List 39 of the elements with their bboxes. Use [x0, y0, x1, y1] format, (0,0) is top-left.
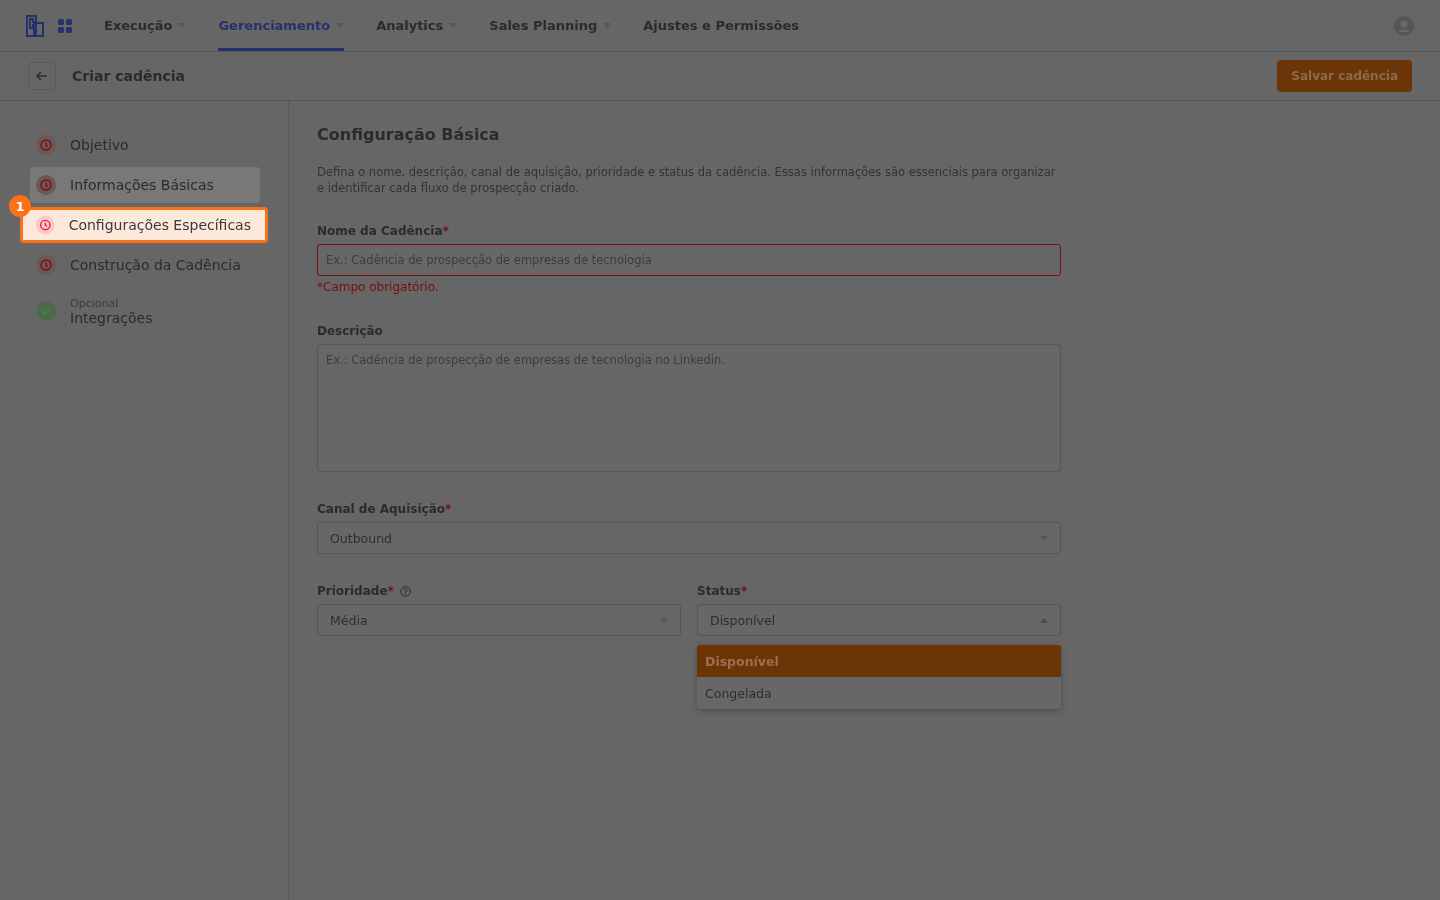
nav-tab[interactable]: Execução [104, 0, 187, 51]
arrow-left-icon [36, 71, 48, 81]
step-item[interactable]: Informações Básicas [30, 167, 260, 203]
save-button[interactable]: Salvar cadência [1277, 60, 1412, 92]
caret-icon [1040, 617, 1048, 623]
page-title: Criar cadência [72, 68, 186, 84]
field-label: Descrição [317, 324, 383, 338]
help-icon[interactable] [399, 585, 411, 597]
dropdown-option[interactable]: Congelada [697, 677, 1061, 709]
nav-tab[interactable]: Analytics [376, 0, 458, 51]
status-select[interactable]: Disponível [697, 604, 1061, 636]
field-label: Prioridade* [317, 584, 394, 598]
nav-tab[interactable]: Gerenciamento [218, 0, 345, 51]
step-label: Construção da Cadência [70, 257, 241, 273]
tour-badge: 1 [9, 195, 31, 217]
logo-icon [26, 14, 44, 37]
apps-icon[interactable] [58, 18, 72, 33]
clock-icon [36, 255, 56, 275]
back-button[interactable] [28, 62, 56, 90]
clock-icon [36, 175, 56, 195]
field-label: Canal de Aquisição* [317, 502, 452, 516]
channel-select[interactable]: Outbound [317, 522, 1061, 554]
step-item[interactable]: Construção da Cadência [30, 247, 260, 283]
section-title: Configuração Básica [317, 125, 501, 144]
step-label: Integrações [70, 309, 153, 326]
error-message: *Campo obrigatório. [317, 280, 440, 294]
step-label: Informações Básicas [70, 177, 214, 193]
field-label: Status* [697, 584, 748, 598]
step-item[interactable]: Objetivo [30, 127, 260, 163]
step-label: Configurações Específicas [68, 217, 251, 233]
clock-icon [36, 215, 55, 235]
nav-tab[interactable]: Sales Planning [489, 0, 612, 51]
dropdown-option[interactable]: Disponível [697, 645, 1061, 677]
clock-icon [36, 135, 56, 155]
check-icon [36, 301, 56, 321]
step-label: Objetivo [70, 137, 129, 153]
priority-select[interactable]: Média [317, 604, 681, 636]
field-label: Nome da Cadência* [317, 224, 449, 238]
nav-tab[interactable]: Ajustes e Permissões [643, 0, 800, 51]
